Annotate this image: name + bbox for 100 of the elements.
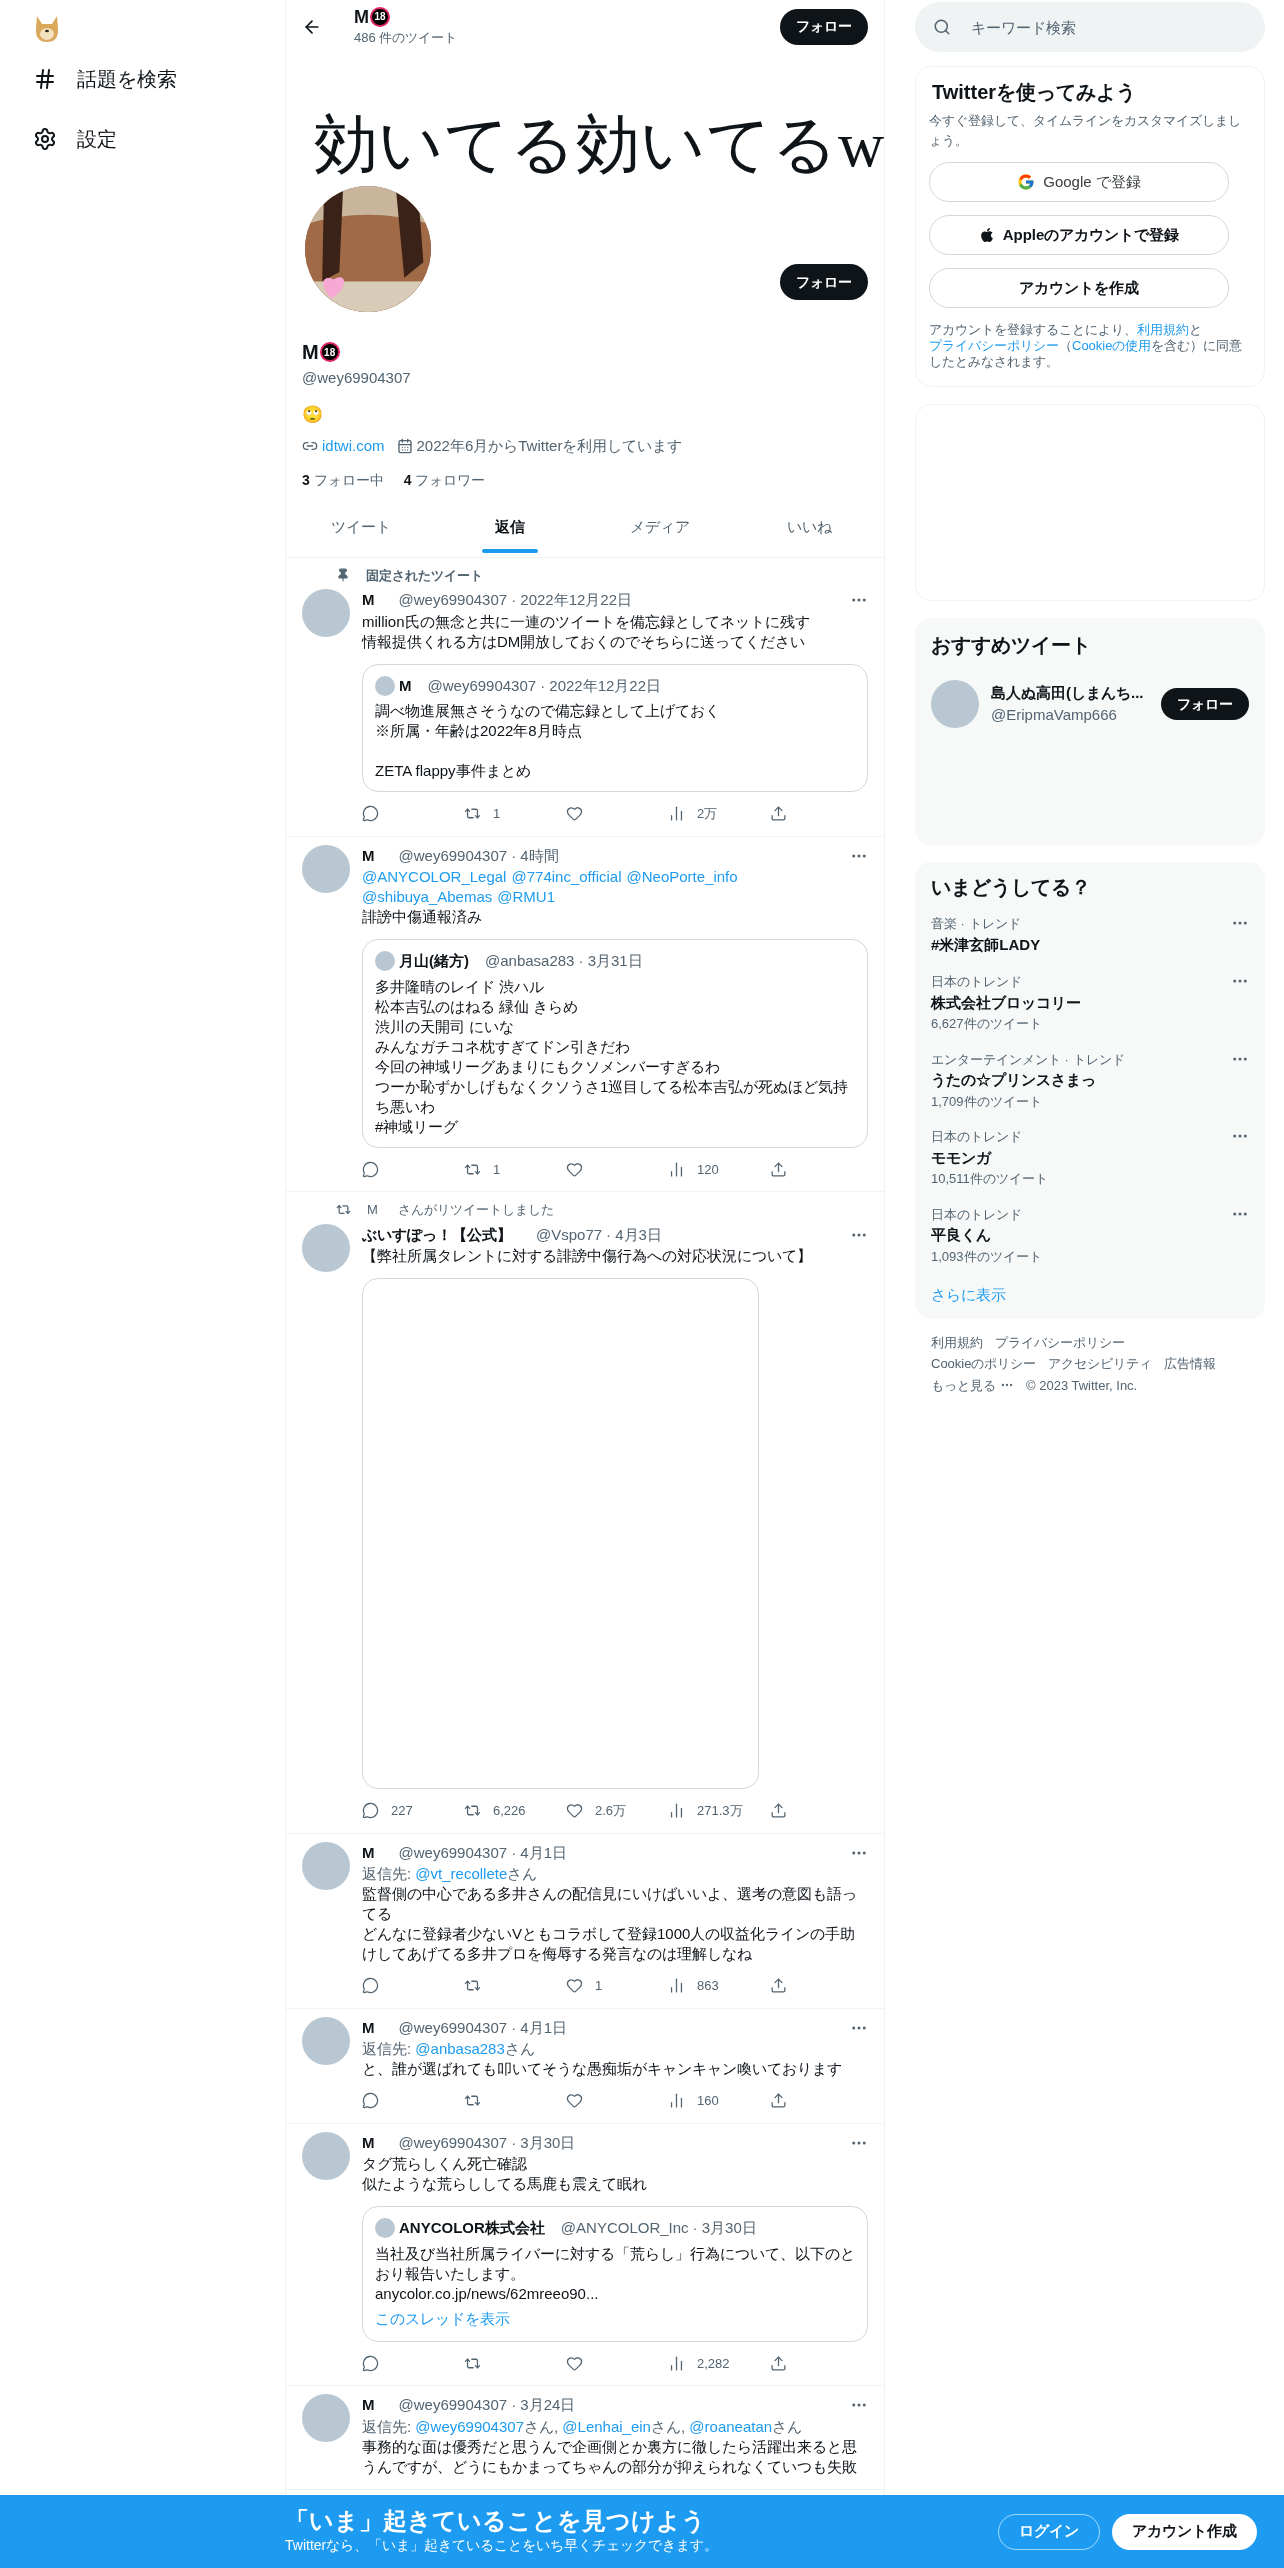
heart-icon[interactable] (566, 1977, 583, 1995)
author-handle: @Vspo77 (536, 1224, 603, 1245)
share-icon[interactable] (770, 2092, 787, 2110)
avatar (375, 951, 395, 972)
heart-icon[interactable] (566, 2092, 583, 2110)
tweet-text: 【弊社所属タレントに対する誹謗中傷行為への対応状況について】 (362, 1246, 813, 1266)
stat-count: 2,282 (697, 2354, 730, 2373)
trend-count: 10,511件のツイート (931, 1170, 1049, 1188)
nav-item[interactable]: 設定 (33, 124, 285, 154)
age-badge: 18 (370, 6, 390, 27)
nav-item[interactable]: 話題を検索 (33, 64, 285, 94)
context-label: さんがリツイートしました (397, 1201, 554, 1219)
share-icon[interactable] (770, 1802, 787, 1820)
author-name: M (362, 2395, 375, 2415)
quoted-tweet[interactable]: 月山(緒方) @anbasa283 · 3月31日 多井隆晴のレイド 渋ハル 松本吉弘のはねる 緑仙 きらめ 渋川の天開司 にいな みんなガチコネ枕すぎてドン引きだわ 今回の神域リーグあまりにもクソメンバーすぎるわ つーか恥ずかしげもなくクソうさ1巡目してる松本吉弘が死ぬほど気持ち悪いわ #神域リーグ (362, 939, 868, 1148)
tweet-time: · 3月30日 (511, 2132, 576, 2153)
footer-link[interactable]: 広告情報 (1164, 1354, 1217, 1374)
quoted-text: 渋川の天開司 にいな (375, 1016, 516, 1037)
tweet-time: · 4月3日 (606, 1224, 662, 1245)
profile-tab[interactable]: 返信 (435, 506, 585, 557)
trend-item[interactable]: 日本のトレンド モモンガ 10,511件のツイート (915, 1115, 1265, 1193)
stat-count: 160 (697, 2092, 719, 2110)
stat-count: 2万 (697, 805, 718, 823)
footer-link[interactable]: もっと見る (931, 1375, 1014, 1395)
header-image-text: 効いてる効いてるw (314, 109, 884, 181)
trend-category: 日本のトレンド (931, 1128, 1023, 1146)
reply-icon[interactable] (362, 1160, 379, 1178)
footer-link[interactable]: 利用規約 (931, 1332, 983, 1352)
profile-tab[interactable]: メディア (585, 506, 735, 557)
trend-title: #米津玄師LADY (931, 934, 1042, 955)
reply-icon[interactable] (362, 2354, 379, 2372)
quoted-text: 当社及び当社所属ライバーに対する「荒らし」行為について、以下のとおり報告いたします。 (375, 2243, 855, 2284)
quoted-tweet[interactable]: ANYCOLOR株式会社 @ANYCOLOR_Inc · 3月30日 当社及び当社所属ライバーに対する「荒らし」行為について、以下のとおり報告いたします。 anycolor.co.jp/news/62mreeo90... このスレッドを表示 (362, 2206, 868, 2342)
followers-link[interactable]: 4 フォロワー (403, 469, 486, 491)
card-title: いまどうしてる？ (930, 875, 1092, 900)
share-icon[interactable] (770, 1977, 787, 1995)
reply-icon[interactable] (362, 805, 379, 823)
reply-icon[interactable] (362, 1802, 379, 1820)
share-icon[interactable] (770, 2354, 787, 2372)
tweet-text: 誹謗中傷通報済み (362, 907, 483, 927)
search-field[interactable]: キーワード検索 (915, 2, 1265, 52)
trend-item[interactable]: エンターテインメント · トレンド うたの☆プリンスさまっ 1,709件のツイート (915, 1037, 1265, 1115)
tweet-time: · 4月1日 (511, 2017, 567, 2038)
profile-tab[interactable]: ツイート (286, 506, 436, 557)
quoted-tweet[interactable]: M @wey69904307 · 2022年12月22日 調べ物進展無さそうなので備忘録として上げておく ※所属・年齢は2022年8月時点 ZETA flappy事件まとめ (362, 663, 868, 792)
following-link[interactable]: 3 フォロー中 (302, 469, 384, 491)
stat-count: 863 (697, 1977, 719, 1995)
quoted-text: 多井隆晴のレイド 渋ハル (375, 976, 546, 997)
reply-icon[interactable] (362, 1977, 379, 1995)
user-handle: @EripmaVamp666 (991, 705, 1118, 725)
author-name: 月山(緒方) (399, 951, 469, 971)
author-name: ぶいすぽっ！【公式】 (362, 1224, 512, 1245)
pin-icon (336, 568, 350, 583)
trend-item[interactable]: 日本のトレンド 株式会社ブロッコリー 6,627件のツイート (915, 960, 1265, 1038)
follow-button[interactable]: フォロー (1161, 688, 1249, 720)
stat-count: 1 (493, 1160, 501, 1179)
heart-icon[interactable] (566, 2354, 583, 2372)
author-handle: @ANYCOLOR_Inc (560, 2218, 689, 2238)
bar-chart-icon[interactable] (668, 1977, 685, 1995)
footer-link[interactable]: Cookieのポリシー (931, 1354, 1037, 1374)
heart-icon[interactable] (566, 1160, 583, 1178)
stat-count: 271.3万 (697, 1802, 743, 1820)
bar-chart-icon[interactable] (668, 805, 685, 823)
stat-count: 227 (391, 1802, 413, 1820)
search-icon (933, 18, 951, 36)
trend-count: 6,627件のツイート (931, 1015, 1043, 1033)
trend-item[interactable]: 日本のトレンド 平良くん 1,093件のツイート (915, 1192, 1265, 1270)
bar-chart-icon[interactable] (668, 2092, 685, 2110)
bar-chart-icon[interactable] (668, 1160, 685, 1178)
heart-icon[interactable] (566, 1802, 583, 1820)
author-name: M (362, 845, 375, 866)
author-handle: @wey69904307 (398, 2395, 508, 2415)
context-label: 固定されたツイート (366, 566, 483, 585)
trend-category: 日本のトレンド (931, 1205, 1023, 1224)
trend-item[interactable]: 音楽 · トレンド #米津玄師LADY (915, 902, 1265, 960)
quoted-text: 今回の神域リーグあまりにもクソメンバーすぎるわ (375, 1056, 721, 1077)
quoted-text: ZETA flappy事件まとめ (375, 761, 532, 781)
follow-button[interactable]: フォロー (780, 264, 868, 300)
share-icon[interactable] (770, 1160, 787, 1178)
signup-button[interactable]: アカウント作成 (1112, 2513, 1257, 2550)
quoted-text: つーか恥ずかしげもなくクソうさ1巡目してる松本吉弘が死ぬほど気持ち悪いわ (375, 1076, 850, 1117)
profile-tab[interactable]: いいね (734, 506, 884, 557)
share-icon[interactable] (770, 805, 787, 823)
age-badge: 18 (319, 342, 340, 362)
author-name: ANYCOLOR株式会社 (399, 2218, 545, 2238)
tweet-time: · 3月31日 (578, 951, 643, 971)
avatar (302, 2131, 350, 2180)
heart-icon[interactable] (566, 805, 583, 823)
footer-link[interactable]: プライバシーポリシー (995, 1332, 1125, 1352)
avatar (302, 1223, 350, 1272)
follow-button[interactable]: フォロー (780, 8, 868, 45)
stat-count: 1 (595, 1977, 603, 1995)
footer-link[interactable]: アクセシビリティ (1048, 1354, 1153, 1374)
reply-icon[interactable] (362, 2092, 379, 2110)
author-name: M (362, 2017, 375, 2038)
bar-chart-icon[interactable] (668, 1802, 685, 1820)
avatar (302, 1841, 350, 1890)
profile-name: M (302, 340, 319, 365)
bar-chart-icon[interactable] (668, 2354, 685, 2372)
trend-title: 平良くん (931, 1225, 992, 1245)
